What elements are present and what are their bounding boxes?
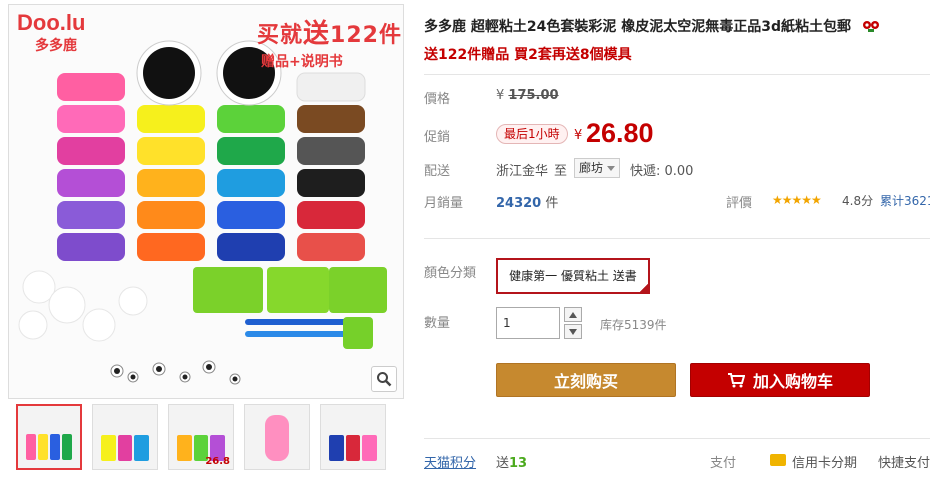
quantity-input[interactable]: 1 <box>496 307 560 339</box>
add-to-cart-button[interactable]: 加入购物车 <box>690 363 870 397</box>
credit-card-icon <box>770 454 786 466</box>
rating-stars: ★★★★★ <box>772 193 822 207</box>
thumbnail-2[interactable] <box>92 404 158 470</box>
thumbnail-1[interactable] <box>16 404 82 470</box>
cart-icon <box>727 373 745 388</box>
original-price-currency: ¥ <box>496 88 505 103</box>
chevron-down-icon <box>569 328 577 335</box>
product-photo <box>9 5 403 398</box>
buy-now-label: 立刻购买 <box>553 372 618 391</box>
original-price: ¥ 175.00 <box>496 88 559 103</box>
add-to-cart-label: 加入购物车 <box>752 372 833 391</box>
chevron-up-icon <box>569 311 577 318</box>
selected-check-icon <box>638 282 650 294</box>
divider <box>424 438 930 439</box>
quantity-label: 數量 <box>424 316 451 331</box>
tmall-points-prefix: 送 <box>496 456 510 471</box>
product-info-panel: 多多鹿 超輕粘土24色套裝彩泥 橡皮泥太空泥無毒正品3d紙粘土包郵 送122件贈… <box>424 0 930 489</box>
divider <box>424 74 930 75</box>
promo-banner: 买就送122件 <box>257 13 402 50</box>
promo-banner-prefix: 买就 <box>257 23 304 48</box>
thumbnail-4[interactable] <box>244 404 310 470</box>
tmall-points-link[interactable]: 天猫积分 <box>424 452 476 471</box>
current-price: 26.80 <box>586 118 654 148</box>
shipping-label: 配送 <box>424 164 451 179</box>
shipping-to-word: 至 <box>554 164 568 179</box>
product-title-text: 多多鹿 超輕粘土24色套裝彩泥 橡皮泥太空泥無毒正品3d紙粘土包郵 <box>424 19 851 35</box>
mascot-icon <box>862 19 880 33</box>
product-main-image[interactable]: Doo.lu 多多鹿 买就送122件 赠品+说明书 <box>8 4 404 399</box>
thumbnail-price-label: 26.8 <box>205 456 230 467</box>
shipping-from: 浙江金华 <box>496 164 549 179</box>
promo-banner-sub: 赠品+说明书 <box>261 54 343 70</box>
brand-logo: Doo.lu 多多鹿 <box>17 11 103 59</box>
thumbnail-5[interactable] <box>320 404 386 470</box>
payment-label: 支付 <box>710 456 737 471</box>
express-fee: 快遞: 0.00 <box>630 164 694 179</box>
fast-pay: 快捷支付 <box>878 456 930 471</box>
brand-logo-text: Doo.lu <box>17 10 86 35</box>
price-label: 價格 <box>424 92 451 107</box>
cumulative-reviews-link[interactable]: 累计3621 <box>880 192 930 209</box>
thumbnail-strip: 26.8 <box>16 404 386 470</box>
credit-installment: 信用卡分期 <box>792 456 858 471</box>
tmall-points: 送13 <box>496 452 527 471</box>
price-currency: ¥ <box>574 128 583 143</box>
promo-banner-gift: 送 <box>303 19 331 49</box>
shipping-destination-select[interactable]: 廊坊 <box>574 158 620 178</box>
review-label: 評價 <box>726 196 753 211</box>
promo-label: 促銷 <box>424 130 451 145</box>
monthly-sales-count: 24320 <box>496 196 542 211</box>
product-subtitle: 送122件贈品 買2套再送8個模具 <box>424 47 632 63</box>
promo-banner-count: 122件 <box>330 23 402 48</box>
quantity-increase-button[interactable] <box>564 307 582 322</box>
monthly-sales-label: 月銷量 <box>424 196 464 211</box>
chevron-down-icon <box>607 166 615 171</box>
divider <box>424 238 930 239</box>
monthly-sales: 24320 件 <box>496 192 558 211</box>
quantity-decrease-button[interactable] <box>564 324 582 339</box>
product-title: 多多鹿 超輕粘土24色套裝彩泥 橡皮泥太空泥無毒正品3d紙粘土包郵 <box>424 16 880 36</box>
sku-option-text: 健康第一 優質粘土 送書 <box>509 269 637 283</box>
shipping-destination-value: 廊坊 <box>579 161 604 175</box>
sku-label: 顏色分類 <box>424 266 477 281</box>
sku-option-selected[interactable]: 健康第一 優質粘土 送書 <box>496 258 650 294</box>
thumbnail-3[interactable]: 26.8 <box>168 404 234 470</box>
buy-now-button[interactable]: 立刻购买 <box>496 363 676 397</box>
zoom-icon[interactable] <box>371 366 397 392</box>
stock-count: 库存5139件 <box>600 318 667 332</box>
monthly-sales-unit: 件 <box>545 196 559 211</box>
brand-logo-cn: 多多鹿 <box>35 38 77 54</box>
promo-tag: 最后1小時 <box>496 124 568 144</box>
rating-score: 4.8分 <box>842 194 874 208</box>
tmall-points-value: 13 <box>509 456 528 471</box>
original-price-value: 175.00 <box>508 88 559 103</box>
